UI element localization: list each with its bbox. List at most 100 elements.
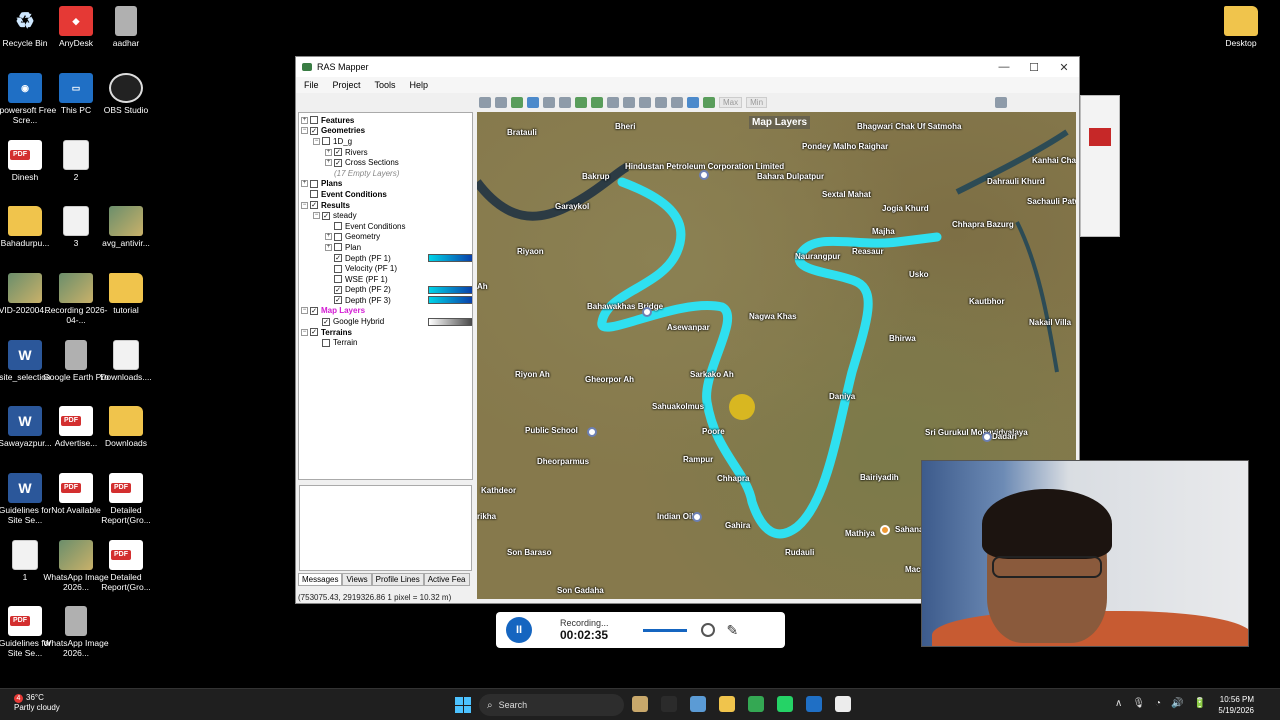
desktop-icon[interactable]: aadhar bbox=[93, 6, 159, 49]
back-arrow-icon[interactable] bbox=[575, 96, 587, 108]
layer-checkbox[interactable] bbox=[334, 275, 342, 284]
menu-tools[interactable]: Tools bbox=[375, 80, 396, 90]
tree-row[interactable]: − 1D_g bbox=[301, 136, 470, 147]
max-button[interactable]: Max bbox=[719, 96, 743, 108]
plot-icon[interactable] bbox=[703, 96, 715, 108]
expand-toggle-icon[interactable]: − bbox=[301, 127, 308, 135]
map-pin-icon[interactable] bbox=[699, 170, 709, 180]
close-button[interactable]: ✕ bbox=[1049, 61, 1079, 74]
tab-views[interactable]: Views bbox=[342, 573, 372, 586]
desktop-icon[interactable]: WhatsApp Image 2026... bbox=[43, 606, 109, 659]
min-button[interactable]: Min bbox=[746, 96, 768, 108]
desktop-icon[interactable]: Desktop bbox=[1208, 6, 1274, 49]
layer-checkbox[interactable]: ✓ bbox=[310, 306, 318, 315]
layer-checkbox[interactable]: ✓ bbox=[334, 296, 342, 305]
start-button[interactable] bbox=[455, 697, 471, 713]
clock[interactable]: 10:56 PM 5/19/2026 bbox=[1214, 695, 1254, 717]
desktop-icon[interactable]: tutorial bbox=[93, 273, 159, 316]
expand-toggle-icon[interactable]: + bbox=[325, 159, 332, 167]
weather-widget[interactable]: 4 36°C Partly cloudy bbox=[14, 693, 60, 713]
refresh-icon[interactable] bbox=[671, 96, 683, 108]
title-bar[interactable]: RAS Mapper — ☐ ✕ bbox=[296, 57, 1079, 77]
desktop-icon[interactable]: Downloads bbox=[93, 406, 159, 449]
tree-row[interactable]: Velocity (PF 1) bbox=[301, 263, 470, 274]
expand-toggle-icon[interactable]: − bbox=[313, 137, 320, 145]
expand-toggle-icon[interactable]: + bbox=[325, 233, 332, 241]
tray-icon[interactable]: 🎙 bbox=[1132, 698, 1145, 709]
taskbar-app-icon[interactable] bbox=[777, 696, 793, 712]
taskbar-app-icon[interactable] bbox=[632, 696, 648, 712]
tree-row[interactable]: ✓ Google Hybrid bbox=[301, 316, 472, 327]
map-pin-icon[interactable] bbox=[982, 432, 992, 442]
webcam-toggle-icon[interactable] bbox=[700, 623, 715, 637]
tree-row[interactable]: WSE (PF 1) bbox=[301, 274, 470, 285]
window-icon[interactable] bbox=[687, 96, 699, 108]
expand-toggle-icon[interactable]: + bbox=[325, 148, 332, 156]
taskbar-app-icon[interactable] bbox=[690, 696, 706, 712]
desktop-icon[interactable]: Detailed Report(Gro... bbox=[93, 540, 159, 593]
layer-checkbox[interactable] bbox=[334, 243, 342, 252]
desktop-icon[interactable]: Detailed Report(Gro... bbox=[93, 473, 159, 526]
play-icon[interactable] bbox=[995, 96, 1008, 108]
layer-checkbox[interactable] bbox=[334, 232, 342, 241]
tree-row[interactable]: − ✓ Map Layers bbox=[301, 306, 470, 317]
select-tool-icon[interactable] bbox=[479, 96, 491, 108]
tree-row[interactable]: Event Conditions bbox=[301, 221, 470, 232]
expand-toggle-icon[interactable]: − bbox=[301, 328, 308, 336]
tree-row[interactable]: ✓ Depth (PF 1) bbox=[301, 253, 472, 264]
desktop-icon[interactable]: avg_antivir... bbox=[93, 206, 159, 249]
map-pin-icon[interactable] bbox=[692, 512, 702, 522]
tray-icon[interactable]: ◔ bbox=[1155, 698, 1161, 709]
tab-active-features[interactable]: Active Fea bbox=[423, 573, 470, 586]
layer-checkbox[interactable] bbox=[322, 338, 330, 347]
tree-row[interactable]: + Geometry bbox=[301, 232, 470, 243]
expand-toggle-icon[interactable]: + bbox=[301, 180, 308, 188]
zoom-in-icon[interactable] bbox=[527, 96, 539, 108]
expand-toggle-icon[interactable]: + bbox=[301, 116, 308, 124]
taskbar-app-icon[interactable] bbox=[719, 696, 735, 712]
globe-icon[interactable] bbox=[511, 96, 523, 108]
zoom-extent-icon[interactable] bbox=[559, 96, 571, 108]
desktop-icon[interactable]: Downloads.... bbox=[93, 340, 159, 383]
layer-checkbox[interactable] bbox=[310, 116, 318, 125]
tab-profile-lines[interactable]: Profile Lines bbox=[371, 573, 424, 586]
side-panel[interactable] bbox=[1080, 95, 1120, 237]
tree-row[interactable]: ✓ Depth (PF 2) bbox=[301, 285, 472, 296]
expand-toggle-icon[interactable]: − bbox=[301, 201, 308, 209]
pan-tool-icon[interactable] bbox=[495, 96, 507, 108]
forward-arrow-icon[interactable] bbox=[591, 96, 603, 108]
desktop-icon[interactable]: 2 bbox=[43, 140, 109, 183]
taskbar-app-icon[interactable] bbox=[661, 696, 677, 712]
grid-tool-icon[interactable] bbox=[639, 96, 651, 108]
tree-row[interactable]: − ✓ Geometries bbox=[301, 126, 470, 137]
tree-row[interactable]: + Plan bbox=[301, 242, 470, 253]
tree-row[interactable]: − ✓ Results bbox=[301, 200, 470, 211]
pause-button[interactable]: II bbox=[506, 617, 532, 643]
layer-checkbox[interactable]: ✓ bbox=[310, 126, 318, 135]
tray-icon[interactable]: ∧ bbox=[1115, 698, 1122, 709]
zoom-full-icon[interactable] bbox=[543, 96, 555, 108]
layer-checkbox[interactable] bbox=[310, 179, 318, 188]
tree-row[interactable]: Terrain bbox=[301, 337, 470, 348]
maximize-button[interactable]: ☐ bbox=[1019, 61, 1049, 74]
taskbar-app-icon[interactable] bbox=[835, 696, 851, 712]
layer-checkbox[interactable]: ✓ bbox=[334, 158, 342, 167]
tray-icon[interactable]: 🔋 bbox=[1194, 698, 1206, 709]
layer-checkbox[interactable] bbox=[322, 137, 330, 146]
measure-icon[interactable] bbox=[607, 96, 619, 108]
layer-tool-icon[interactable] bbox=[623, 96, 635, 108]
tree-row[interactable]: − ✓ steady bbox=[301, 210, 470, 221]
layer-checkbox[interactable]: ✓ bbox=[334, 285, 342, 294]
minimize-button[interactable]: — bbox=[989, 61, 1019, 74]
expand-toggle-icon[interactable]: − bbox=[301, 307, 308, 315]
layer-checkbox[interactable]: ✓ bbox=[310, 201, 318, 210]
tree-row[interactable]: − ✓ Terrains bbox=[301, 327, 470, 338]
tree-row[interactable]: + ✓ Cross Sections bbox=[301, 157, 470, 168]
layer-checkbox[interactable]: ✓ bbox=[322, 317, 330, 326]
tree-row[interactable]: + Features bbox=[301, 115, 470, 126]
taskbar-app-icon[interactable] bbox=[806, 696, 822, 712]
tab-messages[interactable]: Messages bbox=[298, 573, 343, 586]
expand-toggle-icon[interactable]: + bbox=[325, 243, 332, 251]
layer-checkbox[interactable] bbox=[310, 190, 318, 199]
tree-row[interactable]: + Plans bbox=[301, 179, 470, 190]
